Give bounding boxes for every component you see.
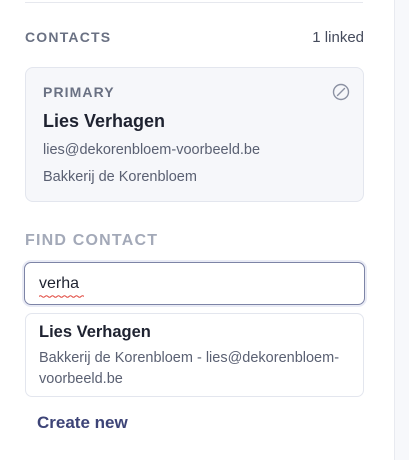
search-result-item[interactable]: Lies Verhagen Bakkerij de Korenbloem - l…	[25, 313, 364, 397]
contacts-section-header: CONTACTS 1 linked	[25, 28, 364, 46]
top-divider	[25, 2, 363, 3]
linked-count: 1 linked	[312, 28, 364, 46]
find-contact-input[interactable]	[24, 262, 365, 305]
create-new-link[interactable]: Create new	[37, 413, 128, 433]
contacts-panel: CONTACTS 1 linked PRIMARY Lies Verhagen …	[0, 0, 394, 460]
search-result-name: Lies Verhagen	[39, 323, 151, 341]
primary-label: PRIMARY	[43, 84, 115, 100]
contacts-section-title: CONTACTS	[25, 29, 112, 45]
primary-contact-email: lies@dekorenbloem-voorbeeld.be	[43, 142, 261, 158]
primary-contact-company: Bakkerij de Korenbloem	[43, 169, 197, 185]
search-result-subtitle: Bakkerij de Korenbloem - lies@dekorenblo…	[39, 350, 340, 387]
find-contact-title: FIND CONTACT	[25, 232, 159, 249]
spellcheck-squiggle	[39, 295, 84, 298]
primary-contact-name: Lies Verhagen	[43, 111, 166, 131]
unlink-circle-icon[interactable]	[332, 83, 350, 101]
right-rail	[394, 0, 409, 460]
primary-contact-card: PRIMARY Lies Verhagen lies@dekorenbloem-…	[25, 67, 364, 202]
